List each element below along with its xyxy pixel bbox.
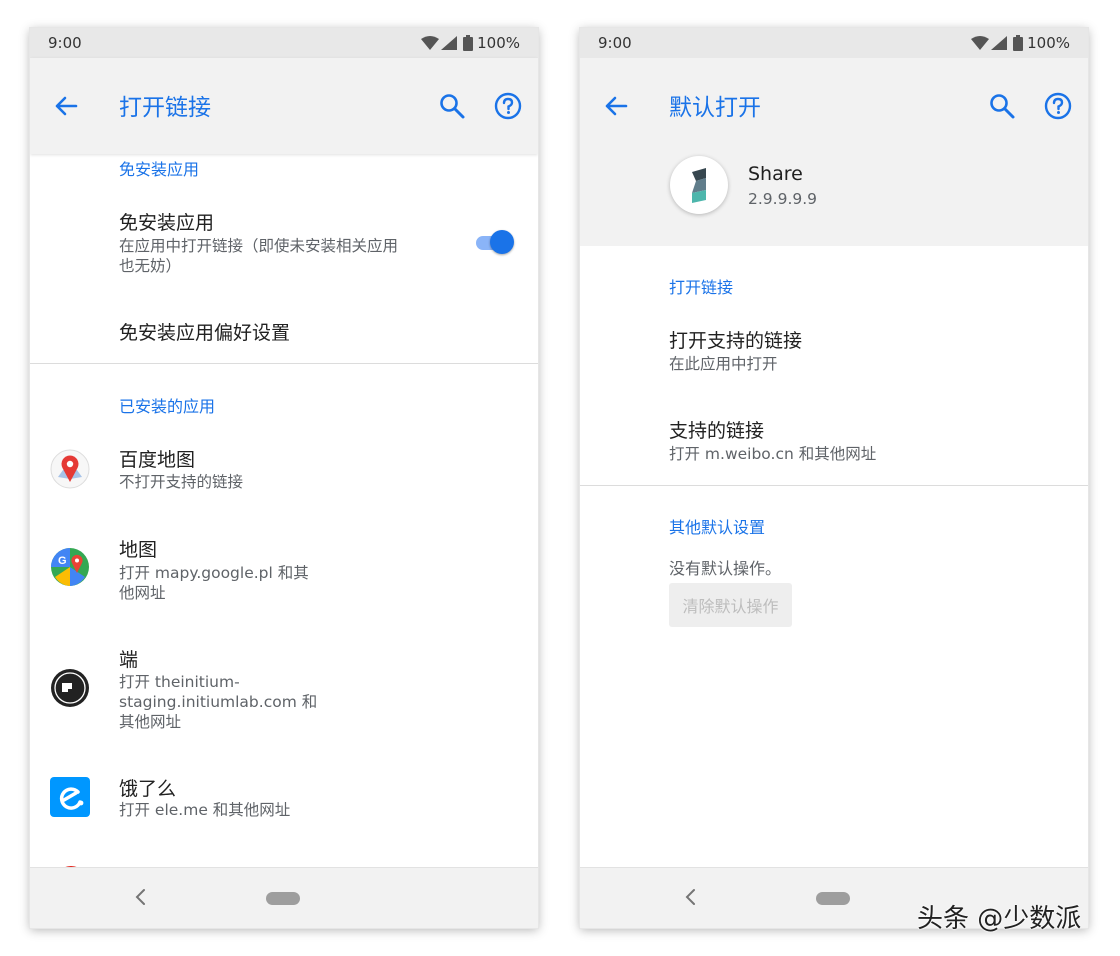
search-icon[interactable] [438, 92, 466, 120]
app-header [580, 154, 1088, 246]
battery-percent: 100% [1027, 34, 1070, 52]
phone-screen-open-by-default: 9:00 100% 默认打开 Share 2.9.9.9.9 打开链接 打开支持… [580, 28, 1088, 928]
app-name: 端 [119, 649, 139, 671]
svg-text:G: G [58, 555, 67, 567]
wifi-icon [971, 36, 990, 50]
google-maps-icon: G [51, 548, 89, 586]
section-header-other-defaults: 其他默认设置 [669, 518, 766, 537]
search-icon[interactable] [988, 92, 1016, 120]
app-name: 地图 [119, 539, 158, 561]
section-header-open-links: 打开链接 [669, 278, 734, 297]
status-bar: 9:00 100% [30, 28, 538, 58]
app-sub-line: 其他网址 [119, 713, 182, 731]
baidu-map-icon [50, 449, 90, 489]
app-bar: 打开链接 [30, 58, 538, 154]
signal-icon [991, 36, 1008, 50]
app-sub-line: staging.initiumlab.com 和 [119, 693, 318, 711]
app-sub-line: 打开 mapy.google.pl 和其 [119, 564, 309, 582]
page-title: 打开链接 [119, 95, 211, 121]
wifi-icon [421, 36, 440, 50]
section-header-installed-apps: 已安装的应用 [119, 397, 216, 416]
status-bar: 9:00 100% [580, 28, 1088, 58]
battery-percent: 100% [477, 34, 520, 52]
app-name: 饿了么 [119, 778, 177, 800]
app-sub-line: 打开 ele.me 和其他网址 [119, 801, 291, 819]
app-name: Share [748, 163, 803, 185]
open-supported-sub: 在此应用中打开 [669, 355, 778, 373]
app-sub-line: 打开 theinitium- [119, 673, 240, 691]
switch-thumb [490, 230, 514, 254]
nav-home-pill[interactable] [266, 892, 300, 905]
app-sub-line: 不打开支持的链接 [119, 473, 244, 491]
open-supported-title: 打开支持的链接 [669, 330, 803, 352]
page-title: 默认打开 [669, 95, 761, 121]
supported-links-sub: 打开 m.weibo.cn 和其他网址 [669, 445, 877, 463]
battery-icon [1013, 35, 1024, 51]
arrow-back-icon[interactable] [602, 92, 630, 120]
nav-back-icon[interactable] [684, 886, 698, 908]
supported-links-title: 支持的链接 [669, 420, 765, 442]
battery-icon [463, 35, 474, 51]
status-time: 9:00 [48, 34, 82, 52]
app-version: 2.9.9.9.9 [748, 190, 818, 208]
divider [580, 485, 1088, 486]
clear-defaults-button[interactable]: 清除默认操作 [669, 583, 792, 627]
instant-apps-title: 免安装应用 [119, 212, 215, 234]
app-sub-line: 他网址 [119, 584, 166, 602]
phone-screen-open-links: 9:00 100% 打开链接 免安装应用 免安装应用 在应用中打开链接（即使未安… [30, 28, 538, 928]
divider [30, 363, 538, 364]
share-app-icon [670, 156, 728, 214]
instant-apps-sub-line1: 在应用中打开链接（即使未安装相关应用 [119, 237, 399, 255]
instant-apps-preferences[interactable]: 免安装应用偏好设置 [119, 318, 290, 345]
nav-home-pill[interactable] [816, 892, 850, 905]
nav-bar [30, 867, 538, 928]
instant-apps-switch[interactable] [472, 228, 516, 256]
eleme-icon [50, 777, 90, 817]
status-time: 9:00 [598, 34, 632, 52]
instant-apps-sub-line2: 也无妨） [119, 257, 182, 275]
signal-icon [441, 36, 458, 50]
nav-back-icon[interactable] [134, 886, 148, 908]
initium-icon [51, 669, 89, 707]
no-default-text: 没有默认操作。 [669, 559, 782, 578]
section-header-instant-apps: 免安装应用 [119, 160, 200, 179]
app-bar: 默认打开 [580, 58, 1088, 154]
help-circle-icon[interactable] [494, 92, 522, 120]
watermark: 头条 @少数派 [917, 904, 1082, 934]
help-circle-icon[interactable] [1044, 92, 1072, 120]
arrow-back-icon[interactable] [52, 92, 80, 120]
share-logo-glyph [692, 168, 706, 203]
app-name: 百度地图 [119, 449, 196, 471]
